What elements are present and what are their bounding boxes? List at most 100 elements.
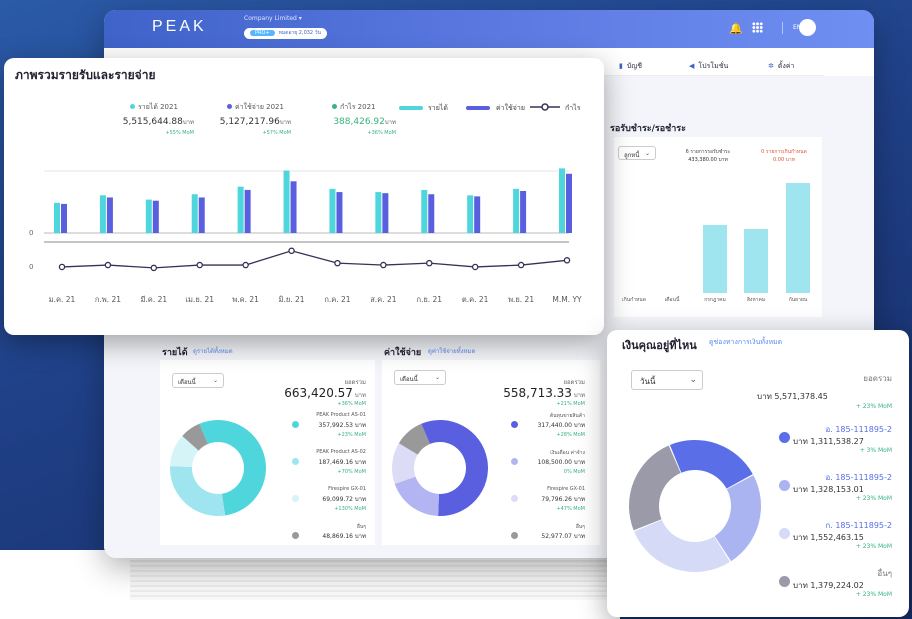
total-mom: + 23% MoM — [855, 403, 892, 410]
overdue-value: 0.00 บาท — [773, 157, 795, 163]
profit-line — [61, 250, 568, 269]
x-tick-label: เม.ย. 21 — [185, 295, 214, 304]
expense-bar — [520, 191, 527, 233]
select-value: เดือนนี้ — [178, 379, 196, 386]
due-value: 433,380.00 บาท — [688, 157, 728, 163]
company-selector[interactable]: Company Limited ▾ — [244, 15, 302, 22]
profit-point — [380, 261, 387, 269]
menu-item-accounting[interactable]: ▮ บัญชี — [619, 61, 642, 72]
legend-item-value: 52,977.07 บาท — [541, 533, 585, 540]
total-value: 558,713.33 บาท — [485, 386, 585, 400]
account-mom: + 3% MoM — [859, 447, 892, 454]
donut-slice — [394, 476, 439, 516]
x-tick-label: มี.ค. 21 — [140, 295, 167, 304]
receivables-select[interactable]: ลูกหนี้ ⌄ — [618, 146, 656, 160]
wallet-view-all-link[interactable]: ดูช่องทางการเงินทั้งหมด — [709, 337, 782, 348]
expense-period-select[interactable]: เดือนนี้ ⌄ — [394, 370, 446, 385]
expense-view-all-link[interactable]: ดูค่าใช้จ่ายทั้งหมด — [428, 346, 475, 356]
chevron-down-icon: ⌄ — [212, 377, 218, 384]
legend-item-name: อื่นๆ — [356, 524, 366, 530]
select-value: ลูกหนี้ — [624, 152, 640, 159]
legend-item-name: Firespire GX-01 — [328, 486, 366, 492]
profit-point — [563, 257, 571, 264]
overview-card: ภาพรวมรายรับและรายจ่าย รายได้ 2021 5,515,… — [4, 58, 604, 335]
profit-point — [242, 261, 249, 269]
avatar[interactable] — [799, 19, 816, 36]
expense-bar — [428, 194, 435, 233]
profit-point — [334, 259, 341, 267]
legend-item-value: 48,869.16 บาท — [322, 533, 366, 540]
donut-slice — [170, 466, 226, 516]
receivable-bar-label: สิงหาคม — [746, 297, 766, 303]
account-mom: + 23% MoM — [855, 591, 892, 598]
legend-item-mom: 0% MoM — [563, 469, 585, 475]
income-bar — [145, 199, 152, 233]
expense-bar — [61, 203, 67, 233]
total-mom: +36% MoM — [337, 401, 366, 407]
legend-item-mom: +28% MoM — [556, 432, 585, 438]
legend-item-value: 108,500.00 บาท — [537, 459, 585, 466]
company-name: Company Limited — [244, 15, 297, 22]
donut-slice — [714, 475, 761, 562]
income-bar — [421, 189, 428, 233]
x-tick-label: พ.ค. 21 — [232, 295, 259, 304]
wallet-donut-chart — [629, 440, 761, 572]
income-period-select[interactable]: เดือนนี้ ⌄ — [172, 373, 224, 388]
income-bar — [191, 194, 198, 233]
legend-item-value: 317,440.00 บาท — [537, 422, 585, 429]
donut-slice — [634, 519, 731, 572]
menu-item-label: ตั้งค่า — [777, 62, 795, 70]
total-value: บาท 5,571,378.45 — [757, 392, 828, 401]
x-tick-label: มิ.ย. 21 — [278, 295, 304, 304]
expense-bar — [152, 200, 159, 233]
top-bar: PEAK Company Limited ▾ PRO+ หมดอายุ 2,032… — [104, 10, 874, 48]
legend-item-value: 357,992.53 บาท — [318, 422, 366, 429]
expense-bar — [244, 189, 251, 233]
legend-item-mom: +70% MoM — [337, 469, 366, 475]
legend-item-value: 79,796.26 บาท — [541, 496, 585, 503]
income-bar — [329, 188, 336, 233]
legend-item-mom: +130% MoM — [334, 506, 366, 512]
total-unit: บาท — [352, 392, 366, 399]
expense-bar — [198, 197, 205, 233]
legend-item-name: PEAK Product AS-01 — [316, 412, 366, 418]
total-amount: 663,420.57 — [284, 386, 353, 400]
total-mom: +21% MoM — [556, 401, 585, 407]
wallet-period-select[interactable]: วันนี้ ⌄ — [631, 370, 703, 390]
plan-name: PRO+ — [250, 30, 275, 36]
income-view-all-link[interactable]: ดูรายได้ทั้งหมด — [193, 346, 233, 356]
total-label: ยอดรวม — [863, 374, 892, 383]
profit-point — [288, 247, 295, 255]
account-dot — [779, 480, 790, 491]
receivable-bar-label: กรกฎาคม — [704, 297, 726, 303]
donut-slice — [629, 445, 681, 531]
receivables-title: รอรับชำระ/รอชำระ — [610, 124, 686, 134]
income-donut-chart — [170, 420, 266, 516]
x-tick-label: พ.ย. 21 — [508, 295, 534, 304]
expense-bar — [474, 196, 481, 233]
expense-donut-chart — [392, 420, 488, 516]
profit-point — [58, 263, 66, 271]
apps-grid-icon[interactable] — [752, 22, 763, 33]
x-tick-label: ส.ค. 21 — [370, 295, 397, 304]
menu-item-promotion[interactable]: ◀ โปรโมชั่น — [689, 61, 728, 72]
account-mom: + 23% MoM — [855, 495, 892, 502]
megaphone-icon: ◀ — [689, 62, 695, 70]
y-tick-label: 0 — [29, 229, 33, 237]
chevron-down-icon: ⌄ — [644, 150, 650, 157]
menu-item-settings[interactable]: ✲ ตั้งค่า — [768, 61, 794, 72]
profit-point — [150, 264, 158, 272]
income-expense-chart: 0 0 ม.ค. 21 ก.พ. 21 มี.ค. 21 เม.ย. 21 พ.ค. 21 ม… — [29, 168, 582, 304]
expense-title: ค่าใช้จ่าย — [384, 348, 422, 358]
income-title: รายได้ — [162, 348, 188, 358]
total-amount: 558,713.33 — [503, 386, 572, 400]
y-tick-label: 0 — [29, 263, 33, 271]
floor-shadow — [130, 560, 610, 600]
bell-icon[interactable]: 🔔 — [729, 22, 743, 35]
receivables-due: 6 รายการรอรับชำระ 433,380.00 บาท — [678, 148, 738, 164]
gear-icon: ✲ — [768, 62, 774, 70]
select-value: วันนี้ — [640, 377, 656, 386]
overdue-label: 0 รายการเกินกำหนด — [761, 149, 807, 155]
peak-logo[interactable]: PEAK — [152, 18, 207, 36]
income-bar — [467, 195, 474, 233]
